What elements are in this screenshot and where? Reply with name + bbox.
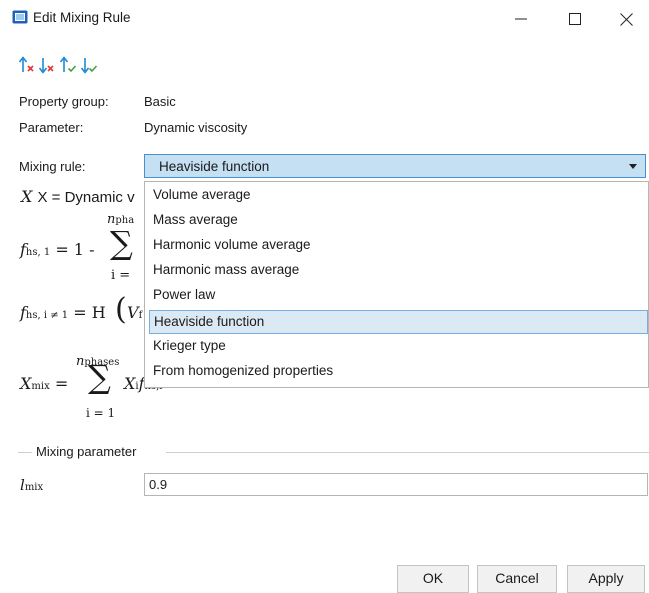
xmix-eq: = <box>54 374 69 393</box>
dropdown-option[interactable]: Krieger type <box>149 335 648 359</box>
minimize-icon <box>515 18 527 20</box>
equation-x-definition: X X = Dynamic v <box>21 187 135 206</box>
v-symbol: V <box>127 303 139 322</box>
mixing-parameter-group-title: Mixing parameter <box>36 444 137 459</box>
group-divider-left <box>18 452 32 453</box>
close-icon <box>619 12 633 26</box>
fhs1-sub: hs, 1 <box>25 247 51 258</box>
paren-open: ( <box>115 292 127 327</box>
cancel-button[interactable]: Cancel <box>477 565 557 593</box>
fhsi-sub: hs, i ≠ 1 <box>25 310 69 321</box>
dropdown-option[interactable]: Harmonic volume average <box>149 234 648 258</box>
parameter-label: Parameter: <box>19 120 84 135</box>
dropdown-option[interactable]: Volume average <box>149 184 648 208</box>
fhsi-v: Vf <box>127 303 142 322</box>
xmix-lower-limit: i = 1 <box>86 406 116 420</box>
mixing-rule-select[interactable]: Heaviside function <box>144 154 646 178</box>
move-up-remove-icon[interactable] <box>18 54 38 76</box>
fhsi-rhs: = H <box>73 303 106 322</box>
fhs1-rhs: = 1 - <box>55 240 95 259</box>
group-divider-right <box>166 452 649 453</box>
dropdown-option[interactable]: Mass average <box>149 209 648 233</box>
v-sub: f <box>138 310 143 321</box>
move-up-add-icon[interactable] <box>59 54 79 76</box>
equation-fhsi: fhs, i ≠ 1 = H <box>20 303 106 322</box>
parameter-value: Dynamic viscosity <box>144 120 248 135</box>
term-x: X <box>124 374 136 393</box>
app-icon <box>12 10 28 24</box>
xmix-x: X <box>20 374 32 393</box>
window-title: Edit Mixing Rule <box>33 10 131 25</box>
dropdown-option-selected[interactable]: Heaviside function <box>149 310 648 334</box>
x-definition-text: X = Dynamic v <box>37 189 135 206</box>
sum-lower-limit-partial: i = <box>111 268 131 283</box>
sum-symbol-1: ∑ <box>110 224 133 262</box>
equation-xmix: Xmix = <box>20 374 68 393</box>
lmix-input[interactable]: 0.9 <box>144 473 648 496</box>
apply-button[interactable]: Apply <box>567 565 645 593</box>
equation-fhs1: fhs, 1 = 1 - <box>20 240 94 259</box>
maximize-button[interactable] <box>552 0 598 38</box>
lmix-sub: mix <box>24 482 44 493</box>
chevron-down-icon <box>629 164 637 169</box>
dropdown-option[interactable]: From homogenized properties <box>149 360 648 384</box>
xmix-sub: mix <box>31 381 50 392</box>
mixing-rule-label: Mixing rule: <box>19 159 86 174</box>
maximize-icon <box>569 13 581 25</box>
move-down-add-icon[interactable] <box>80 54 100 76</box>
ok-button[interactable]: OK <box>397 565 469 593</box>
mixing-rule-selected-value: Heaviside function <box>159 159 270 174</box>
move-down-remove-icon[interactable] <box>38 54 58 76</box>
minimize-button[interactable] <box>498 0 544 38</box>
property-group-label: Property group: <box>19 94 109 109</box>
close-button[interactable] <box>603 0 649 38</box>
sum-symbol-2: ∑ <box>88 358 111 396</box>
property-group-value: Basic <box>144 94 176 109</box>
dropdown-option[interactable]: Power law <box>149 284 648 308</box>
mixing-rule-dropdown[interactable]: Volume average Mass average Harmonic vol… <box>144 181 649 388</box>
lmix-label: lmix <box>20 476 43 494</box>
dropdown-option[interactable]: Harmonic mass average <box>149 259 648 283</box>
